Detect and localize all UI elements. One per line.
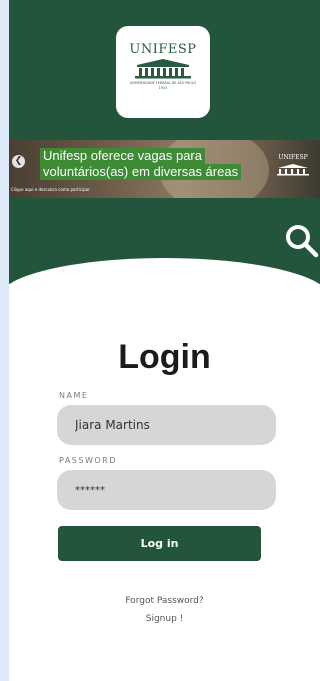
content-curve [9,258,320,398]
banner-brand-text: UNIFESP [278,154,308,161]
login-button[interactable]: Log in [58,526,261,561]
logo-subtitle: UNIVERSIDADE FEDERAL DE SÃO PAULO [129,81,197,85]
news-banner[interactable]: ❮ Unifesp oferece vagas para voluntários… [9,140,320,198]
signup-link[interactable]: Signup ! [9,614,320,624]
banner-building-icon [277,164,309,176]
banner-prev-arrow-icon[interactable]: ❮ [12,155,25,168]
banner-headline-line2: voluntários(as) em diversas áreas [40,164,242,180]
logo-name: UNIFESP [129,42,197,57]
header: UNIFESP UNIVERSIDADE FEDERAL DE SÃO PAUL… [9,0,320,290]
password-label: PASSWORD [59,456,117,465]
app-screen: UNIFESP UNIVERSIDADE FEDERAL DE SÃO PAUL… [9,0,320,681]
search-icon[interactable] [283,222,319,258]
unifesp-logo: UNIFESP UNIVERSIDADE FEDERAL DE SÃO PAUL… [116,26,210,118]
forgot-password-link[interactable]: Forgot Password? [9,596,320,606]
building-icon [135,59,191,79]
password-field[interactable] [57,470,276,510]
banner-headline-line1: Unifesp oferece vagas para [40,148,205,164]
page-title: Login [118,338,211,376]
banner-brand-logo: UNIFESP [272,154,314,180]
name-label: NAME [59,391,89,400]
banner-caption: Clique aqui e descubra como participar [11,187,90,192]
name-field[interactable] [57,405,276,445]
logo-year: 1933 [158,86,168,90]
